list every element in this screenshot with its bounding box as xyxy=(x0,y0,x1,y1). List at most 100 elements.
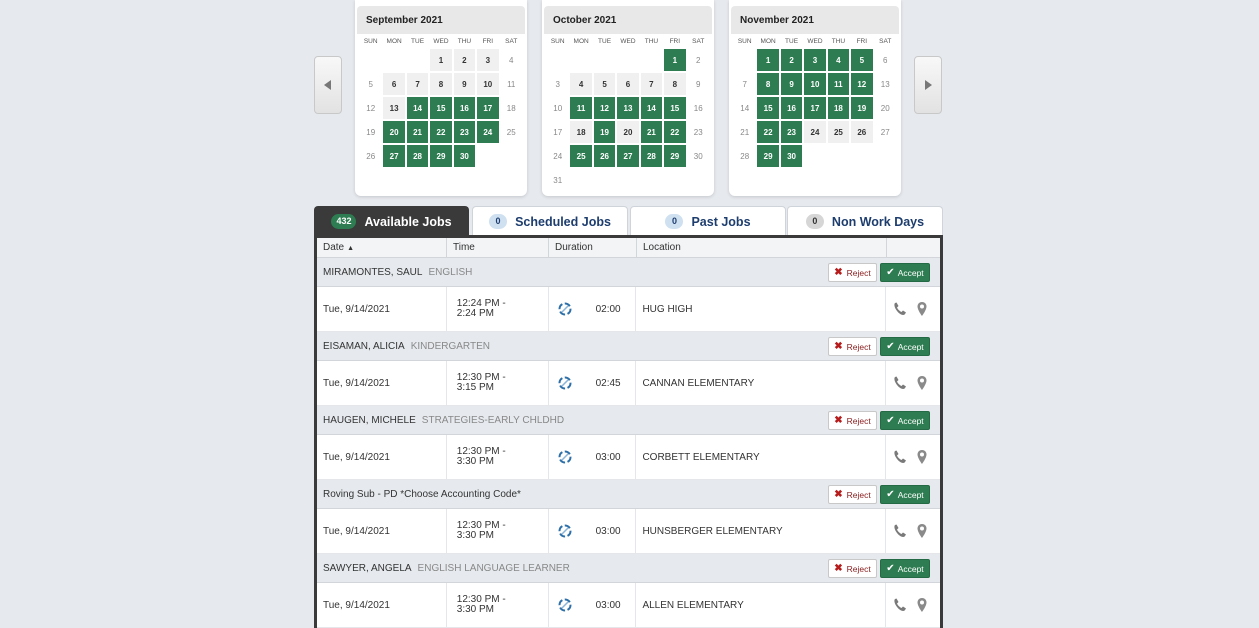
calendar-day[interactable]: 11 xyxy=(499,72,523,96)
calendar-day[interactable]: 5 xyxy=(850,48,874,72)
map-pin-icon[interactable] xyxy=(914,449,930,465)
accept-button[interactable]: ✔ Accept xyxy=(880,263,930,282)
reject-button[interactable]: ✖ Reject xyxy=(828,411,877,430)
calendar-day[interactable]: 25 xyxy=(499,120,523,144)
tab-non-work-days[interactable]: 0 Non Work Days xyxy=(787,206,943,236)
calendar-day[interactable]: 12 xyxy=(850,72,874,96)
calendar-day[interactable]: 18 xyxy=(569,120,593,144)
calendar-day[interactable]: 28 xyxy=(733,144,757,168)
calendar-day[interactable]: 11 xyxy=(569,96,593,120)
calendar-day[interactable]: 23 xyxy=(686,120,710,144)
calendar-day[interactable]: 17 xyxy=(803,96,827,120)
calendar-day[interactable]: 21 xyxy=(639,120,664,144)
calendar-day[interactable]: 23 xyxy=(452,120,477,144)
tab-past-jobs[interactable]: 0 Past Jobs xyxy=(630,206,786,236)
reject-button[interactable]: ✖ Reject xyxy=(828,337,877,356)
calendar-day[interactable]: 24 xyxy=(546,144,570,168)
calendar-day[interactable]: 14 xyxy=(733,96,757,120)
calendar-day[interactable]: 19 xyxy=(592,120,617,144)
calendar-day[interactable]: 26 xyxy=(359,144,383,168)
map-pin-icon[interactable] xyxy=(914,523,930,539)
calendar-day[interactable]: 15 xyxy=(429,96,453,120)
calendar-day[interactable]: 10 xyxy=(546,96,570,120)
calendar-day[interactable]: 25 xyxy=(826,120,851,144)
calendar-day[interactable]: 28 xyxy=(639,144,664,168)
calendar-day[interactable]: 8 xyxy=(429,72,453,96)
calendar-day[interactable]: 6 xyxy=(616,72,640,96)
calendar-day[interactable]: 28 xyxy=(405,144,430,168)
calendar-day[interactable]: 22 xyxy=(429,120,453,144)
calendar-day[interactable]: 9 xyxy=(779,72,804,96)
calendar-day[interactable]: 2 xyxy=(452,48,477,72)
calendar-day[interactable]: 7 xyxy=(733,72,757,96)
calendar-day[interactable]: 5 xyxy=(592,72,617,96)
calendar-day[interactable]: 9 xyxy=(452,72,477,96)
calendar-day[interactable]: 13 xyxy=(873,72,897,96)
previous-month-button[interactable] xyxy=(314,56,342,114)
calendar-day[interactable]: 5 xyxy=(359,72,383,96)
calendar-day[interactable]: 3 xyxy=(476,48,500,72)
calendar-day[interactable]: 1 xyxy=(663,48,687,72)
accept-button[interactable]: ✔ Accept xyxy=(880,337,930,356)
calendar-day[interactable]: 27 xyxy=(382,144,406,168)
calendar-day[interactable]: 7 xyxy=(639,72,664,96)
column-header-time[interactable]: Time xyxy=(447,238,549,257)
reject-button[interactable]: ✖ Reject xyxy=(828,559,877,578)
calendar-day[interactable]: 4 xyxy=(826,48,851,72)
calendar-day[interactable]: 25 xyxy=(569,144,593,168)
reject-button[interactable]: ✖ Reject xyxy=(828,485,877,504)
calendar-day[interactable]: 29 xyxy=(756,144,780,168)
calendar-day[interactable]: 19 xyxy=(359,120,383,144)
calendar-day[interactable]: 24 xyxy=(803,120,827,144)
calendar-day[interactable]: 20 xyxy=(616,120,640,144)
calendar-day[interactable]: 29 xyxy=(429,144,453,168)
calendar-day[interactable]: 21 xyxy=(405,120,430,144)
calendar-day[interactable]: 23 xyxy=(779,120,804,144)
calendar-day[interactable]: 1 xyxy=(429,48,453,72)
phone-icon[interactable] xyxy=(892,301,908,317)
calendar-day[interactable]: 26 xyxy=(592,144,617,168)
phone-icon[interactable] xyxy=(892,523,908,539)
calendar-day[interactable]: 27 xyxy=(873,120,897,144)
column-header-location[interactable]: Location xyxy=(637,238,887,257)
calendar-day[interactable]: 22 xyxy=(756,120,780,144)
calendar-day[interactable]: 2 xyxy=(686,48,710,72)
phone-icon[interactable] xyxy=(892,449,908,465)
tab-available-jobs[interactable]: 432 Available Jobs xyxy=(314,206,469,236)
tab-scheduled-jobs[interactable]: 0 Scheduled Jobs xyxy=(472,206,628,236)
calendar-day[interactable]: 1 xyxy=(756,48,780,72)
calendar-day[interactable]: 14 xyxy=(639,96,664,120)
calendar-day[interactable]: 12 xyxy=(359,96,383,120)
accept-button[interactable]: ✔ Accept xyxy=(880,411,930,430)
calendar-day[interactable]: 20 xyxy=(382,120,406,144)
calendar-day[interactable]: 4 xyxy=(499,48,523,72)
calendar-day[interactable]: 15 xyxy=(756,96,780,120)
calendar-day[interactable]: 31 xyxy=(546,168,570,192)
table-row[interactable]: Tue, 9/14/2021 12:24 PM -2:24 PM 02:00 HUG … xyxy=(317,286,940,332)
calendar-day[interactable]: 7 xyxy=(405,72,430,96)
calendar-day[interactable]: 18 xyxy=(499,96,523,120)
calendar-day[interactable]: 6 xyxy=(382,72,406,96)
reject-button[interactable]: ✖ Reject xyxy=(828,263,877,282)
calendar-day[interactable]: 16 xyxy=(686,96,710,120)
calendar-day[interactable]: 2 xyxy=(779,48,804,72)
calendar-day[interactable]: 12 xyxy=(592,96,617,120)
calendar-day[interactable]: 17 xyxy=(546,120,570,144)
calendar-day[interactable]: 10 xyxy=(476,72,500,96)
calendar-day[interactable]: 19 xyxy=(850,96,874,120)
calendar-day[interactable]: 3 xyxy=(803,48,827,72)
next-month-button[interactable] xyxy=(914,56,942,114)
phone-icon[interactable] xyxy=(892,597,908,613)
table-row[interactable]: Tue, 9/14/2021 12:30 PM -3:30 PM 03:00 HUNS… xyxy=(317,508,940,554)
calendar-day[interactable]: 15 xyxy=(663,96,687,120)
calendar-day[interactable]: 18 xyxy=(826,96,851,120)
calendar-day[interactable]: 16 xyxy=(779,96,804,120)
calendar-day[interactable]: 21 xyxy=(733,120,757,144)
calendar-day[interactable]: 22 xyxy=(663,120,687,144)
calendar-day[interactable]: 16 xyxy=(452,96,477,120)
table-row[interactable]: Tue, 9/14/2021 12:30 PM -3:15 PM 02:45 CANN… xyxy=(317,360,940,406)
calendar-day[interactable]: 8 xyxy=(756,72,780,96)
calendar-day[interactable]: 3 xyxy=(546,72,570,96)
column-header-date[interactable]: Date ▲ xyxy=(317,238,447,257)
map-pin-icon[interactable] xyxy=(914,301,930,317)
